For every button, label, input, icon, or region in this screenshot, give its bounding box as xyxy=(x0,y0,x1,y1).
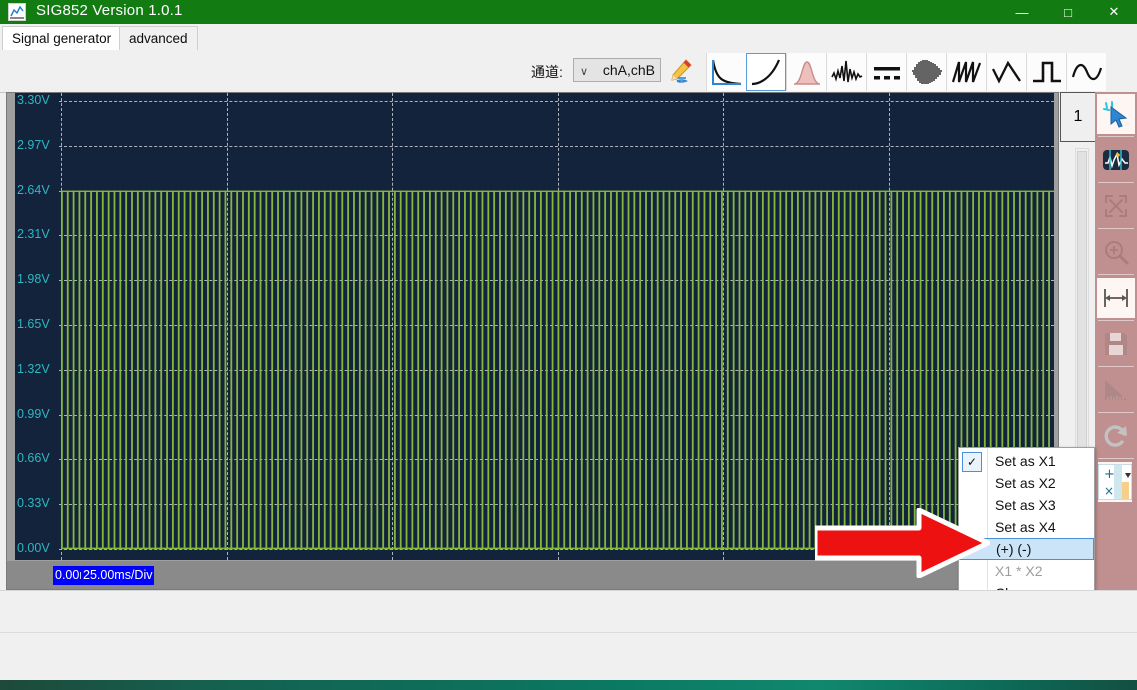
context-menu-item-label: Set as X1 xyxy=(995,453,1056,469)
y-axis-tick: 1.32V xyxy=(17,361,50,376)
noise-burst-icon[interactable] xyxy=(906,53,946,91)
svg-text:×: × xyxy=(1104,484,1114,498)
context-menu-item-label: Set as X3 xyxy=(995,497,1056,513)
y-axis-tick: 1.65V xyxy=(17,317,50,331)
exp-decay-icon[interactable] xyxy=(706,53,746,91)
minimize-button[interactable]: — xyxy=(999,0,1045,24)
chevron-down-icon: ∨ xyxy=(580,66,589,78)
waveform-view-icon[interactable] xyxy=(1097,140,1135,180)
cursor-select-icon[interactable] xyxy=(1097,94,1135,134)
application-window: SIG852 Version 1.0.1 — □ ✕ Signal genera… xyxy=(0,0,1137,690)
title-bar: SIG852 Version 1.0.1 — □ ✕ xyxy=(0,0,1137,24)
desktop-wallpaper-strip xyxy=(0,680,1137,690)
y-axis-tick: 2.31V xyxy=(17,227,50,242)
tab-advanced[interactable]: advanced xyxy=(119,26,198,50)
channel-select[interactable]: ∨ chA,chB xyxy=(573,58,661,82)
noise-spike-icon[interactable] xyxy=(826,53,866,91)
tab-signal-generator[interactable]: Signal generator xyxy=(2,26,122,50)
channel-number-badge: 1 xyxy=(1060,92,1096,142)
dashed-pulse-icon[interactable] xyxy=(866,53,906,91)
square-icon[interactable] xyxy=(1026,53,1066,91)
y-axis-tick: 0.66V xyxy=(17,451,50,466)
bottom-toolbar: JPG 0 K ~ 4 K 重复 ∨ xyxy=(0,590,1137,633)
exp-rise-icon[interactable] xyxy=(746,53,786,91)
y-axis-tick: 3.30V xyxy=(17,93,50,107)
plot-canvas[interactable] xyxy=(59,93,1054,560)
expand-arrows-icon[interactable] xyxy=(1097,186,1135,226)
gaussian-icon[interactable] xyxy=(786,53,826,91)
status-bar: 16000 ∨ Hz 设置采样 Stop Device CSDN @? Miss… xyxy=(0,632,1137,681)
svg-text:+: + xyxy=(1104,467,1115,482)
context-menu-item[interactable]: ✓ Set as X1 xyxy=(959,450,1094,472)
sawtooth-icon[interactable] xyxy=(946,53,986,91)
time-per-div-label: 25.00ms/Div xyxy=(81,566,155,585)
check-icon: ✓ xyxy=(962,452,982,472)
channel-label: 通道: xyxy=(531,64,563,80)
red-pointer-arrow xyxy=(812,507,991,579)
zoom-in-icon[interactable] xyxy=(1097,232,1135,272)
context-menu-item-label: Set as X4 xyxy=(995,519,1056,535)
measure-width-icon[interactable] xyxy=(1097,278,1135,318)
math-operations-icon[interactable]: + × xyxy=(1098,462,1132,502)
tab-strip: Signal generator advanced SIG852 : 21715… xyxy=(0,24,1137,72)
window-title: SIG852 Version 1.0.1 xyxy=(36,2,183,19)
context-menu-item-label: X1 * X2 xyxy=(995,563,1043,579)
context-menu-item-label: Set as X2 xyxy=(995,475,1056,491)
triangle-icon[interactable] xyxy=(986,53,1026,91)
y-axis-labels: 3.30V 2.97V 2.64V 2.31V 1.98V 1.65V 1.32V 0.99V… xyxy=(15,93,59,560)
y-axis-tick: 0.00V xyxy=(17,541,50,555)
pencil-edit-icon[interactable] xyxy=(666,57,694,85)
waveform-type-buttons xyxy=(706,53,1106,91)
chart-app-icon xyxy=(8,3,26,21)
y-axis-tick: 0.33V xyxy=(17,496,50,511)
tool-rail: + × xyxy=(1095,92,1137,590)
signal-trace xyxy=(61,190,1054,550)
y-axis-tick: 2.97V xyxy=(17,137,50,152)
scrollbar-thumb[interactable] xyxy=(1077,151,1087,451)
channel-select-value: chA,chB xyxy=(602,62,655,78)
y-axis-tick: 2.64V xyxy=(17,182,50,197)
y-axis-tick: 0.99V xyxy=(17,406,50,421)
y-axis-tick: 1.98V xyxy=(17,272,50,287)
ruler-icon[interactable] xyxy=(1097,370,1135,410)
window-controls: — □ ✕ xyxy=(999,0,1137,24)
close-button[interactable]: ✕ xyxy=(1091,0,1137,24)
save-icon[interactable] xyxy=(1097,324,1135,364)
maximize-button[interactable]: □ xyxy=(1045,0,1091,24)
context-menu-item[interactable]: Set as X2 xyxy=(959,472,1094,494)
sine-icon[interactable] xyxy=(1066,53,1106,91)
redo-icon[interactable] xyxy=(1097,416,1135,456)
context-menu-item-label: (+) (-) xyxy=(996,541,1032,557)
